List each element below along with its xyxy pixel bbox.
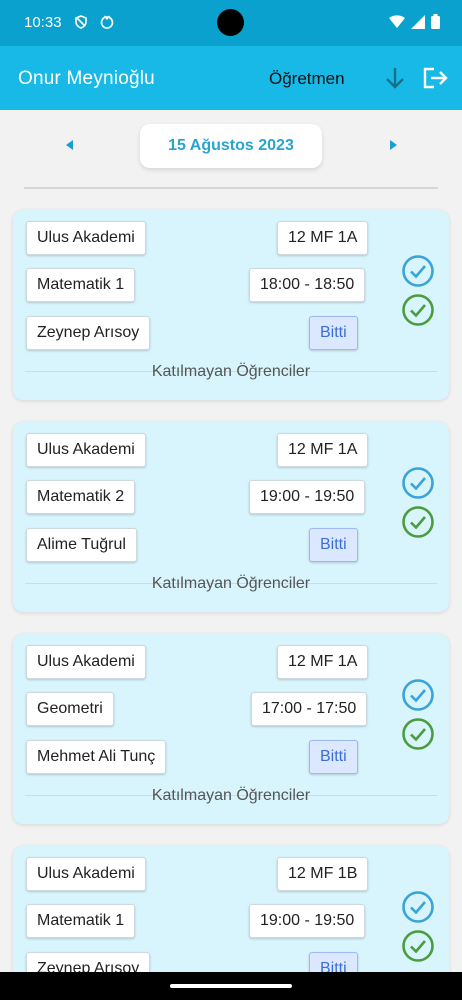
- status-badge[interactable]: Bitti: [309, 528, 358, 562]
- triangle-right-icon[interactable]: [390, 140, 397, 150]
- check-circle-blue-icon[interactable]: [401, 890, 435, 924]
- absent-students-link[interactable]: Katılmayan Öğrenciler: [13, 575, 449, 593]
- check-circle-blue-icon[interactable]: [401, 678, 435, 712]
- lesson-card[interactable]: Ulus Akademi 12 MF 1A Matematik 1 18:00 …: [13, 210, 449, 400]
- date-display[interactable]: 15 Ağustos 2023: [140, 124, 322, 168]
- check-circle-blue-icon[interactable]: [401, 466, 435, 500]
- lesson-card[interactable]: Ulus Akademi 12 MF 1B Matematik 1 19:00 …: [13, 846, 449, 972]
- subject-chip: Geometri: [26, 692, 114, 726]
- content-area: 15 Ağustos 2023 Ulus Akademi 12 MF 1A Ma…: [0, 110, 462, 972]
- lesson-card[interactable]: Ulus Akademi 12 MF 1A Matematik 2 19:00 …: [13, 422, 449, 612]
- time-chip: 19:00 - 19:50: [249, 904, 366, 938]
- check-circle-green-icon[interactable]: [401, 929, 435, 963]
- battery-icon: [431, 14, 440, 29]
- time-chip: 17:00 - 17:50: [251, 692, 368, 726]
- school-chip: Ulus Akademi: [26, 645, 146, 679]
- school-chip: Ulus Akademi: [26, 221, 146, 255]
- subject-chip: Matematik 1: [26, 904, 136, 938]
- app-bar: Onur Meynioğlu Öğretmen: [0, 46, 462, 110]
- lesson-card[interactable]: Ulus Akademi 12 MF 1A Geometri 17:00 - 1…: [13, 634, 449, 824]
- triangle-left-icon[interactable]: [66, 140, 73, 150]
- logout-icon[interactable]: [422, 64, 448, 92]
- teacher-chip: Zeynep Arısoy: [26, 316, 151, 350]
- class-chip: 12 MF 1A: [277, 433, 369, 467]
- check-circle-green-icon[interactable]: [401, 717, 435, 751]
- status-time: 10:33: [24, 14, 62, 31]
- check-circle-blue-icon[interactable]: [401, 254, 435, 288]
- signal-icon: [411, 14, 425, 29]
- status-right-icons: [389, 14, 440, 29]
- face-icon: [100, 15, 114, 29]
- check-circle-green-icon[interactable]: [401, 293, 435, 327]
- teacher-chip: Alime Tuğrul: [26, 528, 137, 562]
- school-chip: Ulus Akademi: [26, 433, 146, 467]
- class-chip: 12 MF 1B: [277, 857, 369, 891]
- date-divider: [24, 187, 438, 189]
- school-chip: Ulus Akademi: [26, 857, 146, 891]
- time-chip: 19:00 - 19:50: [249, 480, 366, 514]
- camera-cutout: [217, 9, 244, 36]
- class-chip: 12 MF 1A: [277, 645, 369, 679]
- time-chip: 18:00 - 18:50: [249, 268, 366, 302]
- download-arrow-icon[interactable]: [383, 64, 407, 92]
- status-badge[interactable]: Bitti: [309, 316, 358, 350]
- class-chip: 12 MF 1A: [277, 221, 369, 255]
- absent-students-link[interactable]: Katılmayan Öğrenciler: [13, 787, 449, 805]
- date-navigation: 15 Ağustos 2023: [0, 110, 462, 180]
- status-badge[interactable]: Bitti: [309, 952, 358, 972]
- user-name: Onur Meynioğlu: [18, 68, 155, 89]
- system-nav-bar: [0, 972, 462, 1000]
- teacher-chip: Mehmet Ali Tunç: [26, 740, 167, 774]
- subject-chip: Matematik 1: [26, 268, 136, 302]
- wifi-icon: [389, 14, 405, 28]
- home-handle[interactable]: [170, 984, 292, 988]
- status-badge[interactable]: Bitti: [309, 740, 358, 774]
- teacher-chip: Zeynep Arısoy: [26, 952, 151, 972]
- check-circle-green-icon[interactable]: [401, 505, 435, 539]
- role-label[interactable]: Öğretmen: [269, 69, 345, 89]
- shield-icon: [75, 15, 87, 29]
- status-bar: 10:33: [0, 0, 462, 46]
- subject-chip: Matematik 2: [26, 480, 136, 514]
- absent-students-link[interactable]: Katılmayan Öğrenciler: [13, 363, 449, 381]
